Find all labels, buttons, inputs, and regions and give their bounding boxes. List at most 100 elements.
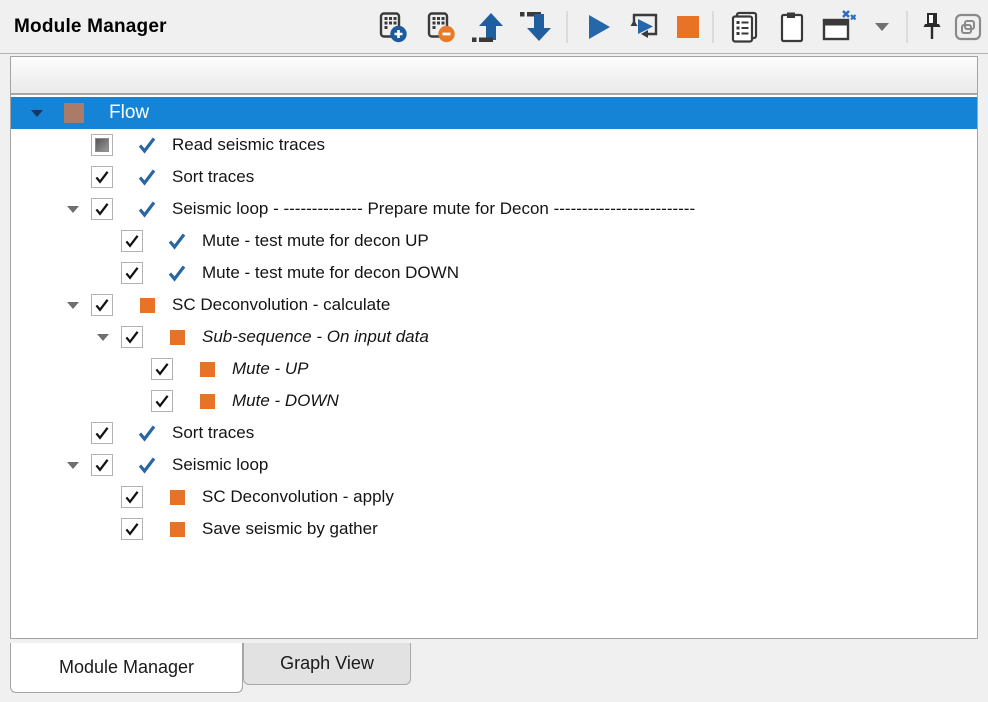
tab-graph-view[interactable]: Graph View — [243, 643, 411, 685]
expander-spacer — [91, 513, 121, 545]
toolbar-separator — [712, 11, 714, 43]
chevron-down-icon — [875, 23, 889, 31]
status-check-icon — [136, 134, 158, 156]
tree-row-label: SC Deconvolution - apply — [202, 487, 394, 507]
tree-row[interactable]: Sort traces — [11, 161, 977, 193]
tree-row-label: Sub-sequence - On input data — [202, 327, 429, 347]
row-checkbox[interactable] — [91, 166, 113, 188]
module-square-icon — [196, 390, 218, 412]
add-module-button[interactable] — [374, 7, 410, 47]
toolbar-separator — [566, 11, 568, 43]
expander-icon[interactable] — [25, 97, 55, 129]
row-checkbox[interactable] — [121, 486, 143, 508]
tree-row[interactable]: SC Deconvolution - apply — [11, 481, 977, 513]
module-square-icon — [166, 326, 188, 348]
tree-row[interactable]: Mute - DOWN — [11, 385, 977, 417]
expander-icon[interactable] — [61, 289, 91, 321]
tree-row[interactable]: Mute - test mute for decon UP — [11, 225, 977, 257]
float-window-button[interactable] — [956, 7, 980, 47]
move-up-button[interactable] — [470, 7, 506, 47]
expander-icon[interactable] — [61, 193, 91, 225]
float-window-icon — [954, 13, 982, 41]
remove-module-button[interactable] — [422, 7, 458, 47]
status-check-icon — [136, 166, 158, 188]
row-checkbox[interactable] — [91, 422, 113, 444]
copy-flow-icon — [728, 10, 760, 44]
status-check-icon — [166, 262, 188, 284]
row-checkbox[interactable] — [91, 294, 113, 316]
module-manager-panel: Flow Read seismic traces Sort traces Seismi… — [10, 56, 978, 639]
tree-row-label: Sort traces — [172, 423, 254, 443]
new-window-dropdown-button[interactable] — [870, 7, 894, 47]
expander-icon[interactable] — [91, 321, 121, 353]
row-checkbox[interactable] — [121, 262, 143, 284]
tree-row[interactable]: SC Deconvolution - calculate — [11, 289, 977, 321]
row-checkbox[interactable] — [151, 358, 173, 380]
tree-row[interactable]: Read seismic traces — [11, 129, 977, 161]
tree-row-label: Save seismic by gather — [202, 519, 378, 539]
run-button[interactable] — [580, 7, 616, 47]
new-window-button[interactable] — [822, 7, 858, 47]
tree-row[interactable]: Mute - test mute for decon DOWN — [11, 257, 977, 289]
tree-row[interactable]: Sort traces — [11, 417, 977, 449]
run-icon — [583, 12, 613, 42]
move-down-button[interactable] — [518, 7, 554, 47]
expander-spacer — [121, 385, 151, 417]
expander-spacer — [61, 417, 91, 449]
pin-icon — [921, 11, 943, 43]
status-check-icon — [166, 230, 188, 252]
tree-row-label: Flow — [109, 102, 149, 124]
paste-button[interactable] — [774, 7, 810, 47]
tree-row-label: Seismic loop - -------------- Prepare mu… — [172, 199, 695, 219]
tree-row[interactable]: Flow — [11, 97, 977, 129]
expander-icon[interactable] — [61, 449, 91, 481]
bottom-tab-bar: Module Manager Graph View — [0, 643, 988, 702]
toolbar — [374, 0, 980, 53]
expander-spacer — [91, 225, 121, 257]
expander-spacer — [61, 129, 91, 161]
tree-row-label: Mute - test mute for decon DOWN — [202, 263, 459, 283]
row-checkbox[interactable] — [151, 390, 173, 412]
tab-label: Graph View — [280, 653, 374, 674]
tab-label: Module Manager — [59, 657, 194, 678]
row-checkbox[interactable] — [91, 198, 113, 220]
stop-button[interactable] — [676, 7, 700, 47]
tree-row[interactable]: Seismic loop — [11, 449, 977, 481]
module-square-icon — [166, 518, 188, 540]
expander-spacer — [61, 161, 91, 193]
flow-square-icon — [64, 103, 84, 123]
status-check-icon — [136, 198, 158, 220]
tab-module-manager[interactable]: Module Manager — [10, 643, 243, 693]
copy-flow-button[interactable] — [726, 7, 762, 47]
tree-row-label: SC Deconvolution - calculate — [172, 295, 390, 315]
status-check-icon — [136, 454, 158, 476]
tree-row[interactable]: Sub-sequence - On input data — [11, 321, 977, 353]
expander-spacer — [91, 257, 121, 289]
toolbar-separator — [906, 11, 908, 43]
move-down-icon — [520, 11, 552, 43]
tree-row[interactable]: Seismic loop - -------------- Prepare mu… — [11, 193, 977, 225]
pin-button[interactable] — [920, 7, 944, 47]
row-checkbox[interactable] — [91, 454, 113, 476]
module-square-icon — [166, 486, 188, 508]
run-loop-button[interactable] — [628, 7, 664, 47]
tree-row[interactable]: Save seismic by gather — [11, 513, 977, 545]
module-tree: Flow Read seismic traces Sort traces Seismi… — [11, 95, 977, 638]
move-up-icon — [472, 11, 504, 43]
row-checkbox[interactable] — [121, 230, 143, 252]
tree-row-label: Mute - DOWN — [232, 391, 339, 411]
status-check-icon — [136, 422, 158, 444]
tree-row-label: Seismic loop — [172, 455, 268, 475]
tree-row-label: Mute - UP — [232, 359, 309, 379]
module-square-icon — [136, 294, 158, 316]
row-checkbox[interactable] — [91, 134, 113, 156]
tree-row-label: Read seismic traces — [172, 135, 325, 155]
module-square-icon — [196, 358, 218, 380]
tree-row[interactable]: Mute - UP — [11, 353, 977, 385]
row-checkbox[interactable] — [121, 518, 143, 540]
add-module-icon — [375, 10, 409, 44]
remove-module-icon — [423, 10, 457, 44]
paste-icon — [777, 10, 807, 44]
row-checkbox[interactable] — [121, 326, 143, 348]
run-loop-icon — [628, 10, 664, 44]
